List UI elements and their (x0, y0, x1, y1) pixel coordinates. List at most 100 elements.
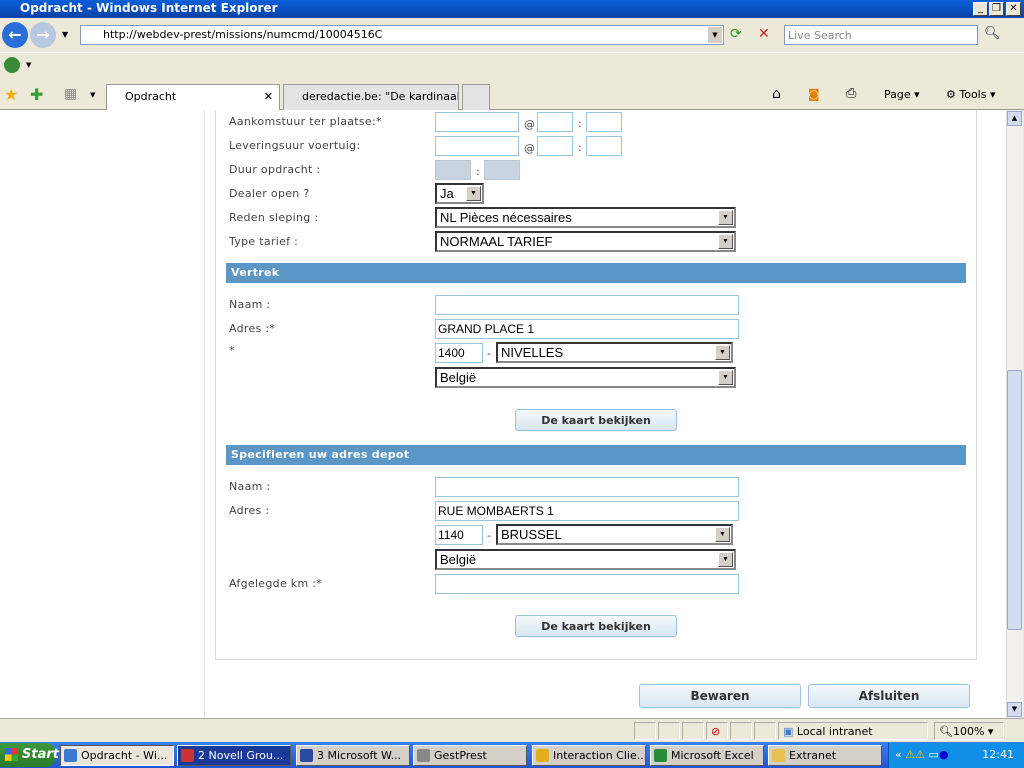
departure-postcode-input[interactable]: 1400 (435, 343, 483, 363)
chevron-down-icon: ▼ (718, 552, 733, 567)
task-label: Extranet (789, 749, 837, 762)
task-extranet[interactable]: Extranet (768, 745, 882, 766)
arrival-date-input[interactable] (435, 112, 519, 132)
task-excel[interactable]: Microsoft Excel (650, 745, 764, 766)
restore-button[interactable]: ❐ (989, 2, 1004, 16)
task-novell[interactable]: 2 Novell Grou... (177, 745, 291, 766)
favorites-star-icon[interactable]: ★ (4, 85, 18, 104)
duration-minutes-input (484, 160, 520, 180)
network-icon[interactable]: ▭ (928, 748, 938, 761)
delivery-minute-input[interactable] (586, 136, 622, 156)
departure-country-select[interactable]: België ▼ (435, 367, 736, 388)
depot-postcode-input[interactable]: 1140 (435, 525, 483, 545)
feeds-icon[interactable]: ◙ (808, 87, 820, 101)
departure-map-button[interactable]: De kaart bekijken (515, 409, 677, 431)
back-button[interactable]: ← (2, 22, 28, 48)
task-gestprest[interactable]: GestPrest (413, 745, 527, 766)
scroll-down-button[interactable]: ▼ (1007, 702, 1022, 717)
arrival-label: Aankomstuur ter plaatse:* (229, 115, 382, 128)
home-icon[interactable]: ⌂ (772, 86, 781, 102)
duration-hours-input (435, 160, 471, 180)
chevron-down-icon: ▼ (718, 370, 733, 385)
title-bar: Opdracht - Windows Internet Explorer (0, 0, 1024, 18)
chevron-down-icon: ▼ (715, 345, 730, 360)
new-tab-button[interactable] (462, 84, 490, 110)
tariff-type-select[interactable]: NORMAAL TARIEF ▼ (435, 231, 736, 252)
departure-city-select[interactable]: NIVELLES ▼ (496, 342, 733, 363)
app-icon (417, 749, 430, 762)
task-interaction-client[interactable]: Interaction Clie... (532, 745, 646, 766)
forward-button[interactable]: → (30, 22, 56, 48)
task-label: GestPrest (434, 749, 487, 762)
minimize-button[interactable]: _ (973, 2, 988, 16)
page-menu[interactable]: Page ▾ (884, 88, 920, 101)
dealer-open-select[interactable]: Ja ▼ (435, 183, 484, 204)
select-value: Ja (440, 186, 454, 201)
refresh-icon[interactable]: ⟳ (730, 26, 742, 42)
departure-address-input[interactable]: GRAND PLACE 1 (435, 319, 739, 339)
status-pane (634, 722, 656, 740)
scroll-up-button[interactable]: ▲ (1007, 111, 1022, 126)
address-dropdown[interactable]: ▼ (708, 27, 722, 43)
tab-deredactie[interactable]: deredactie.be: "De kardinaal... (283, 84, 459, 110)
depot-address-input[interactable]: RUE MOMBAERTS 1 (435, 501, 739, 521)
intranet-icon: ▣ (783, 725, 794, 738)
web-slice-icon[interactable] (4, 57, 20, 73)
start-label: Start (22, 747, 59, 762)
system-tray: « ⚠⚠ ▭● 12:41 (888, 743, 1024, 768)
print-icon[interactable]: ⎙ (846, 86, 856, 101)
quick-tabs-icon[interactable]: ▦ (64, 86, 77, 102)
privacy-icon[interactable]: ⊘ (706, 722, 728, 740)
zoom-control[interactable]: 🔍︎100% ▾ (934, 722, 1004, 740)
depot-map-button[interactable]: De kaart bekijken (515, 615, 677, 637)
save-button[interactable]: Bewaren (639, 684, 801, 708)
start-button[interactable]: Start (0, 743, 59, 767)
tow-reason-select[interactable]: NL Pièces nécessaires ▼ (435, 207, 736, 228)
select-value: België (440, 370, 477, 385)
km-input[interactable] (435, 574, 739, 594)
task-label: Microsoft Excel (671, 749, 754, 762)
expand-tray-icon[interactable]: « (895, 748, 902, 761)
depot-country-select[interactable]: België ▼ (435, 549, 736, 570)
scrollbar-thumb[interactable] (1007, 370, 1022, 630)
arrival-minute-input[interactable] (586, 112, 622, 132)
clock: 12:41 (982, 748, 1014, 761)
history-dropdown-icon[interactable]: ▼ (62, 30, 68, 39)
warning-icon[interactable]: ⚠ (905, 748, 915, 761)
arrival-hour-input[interactable] (537, 112, 573, 132)
search-placeholder: Live Search (788, 29, 852, 42)
task-label: Interaction Clie... (553, 749, 646, 762)
delivery-date-input[interactable] (435, 136, 519, 156)
dash: - (487, 529, 491, 542)
address-bar[interactable]: http://webdev-prest/missions/numcmd/1000… (80, 25, 724, 45)
close-tab-icon[interactable]: ✕ (264, 90, 273, 103)
dropdown-icon[interactable]: ▼ (26, 61, 31, 69)
tools-menu[interactable]: ⚙ Tools ▾ (946, 88, 996, 101)
left-column (0, 110, 205, 718)
add-favorites-icon[interactable]: ✚ (30, 85, 43, 104)
close-window-button[interactable]: ✕ (1006, 2, 1021, 16)
depot-city-select[interactable]: BRUSSEL ▼ (496, 524, 733, 545)
stop-icon[interactable]: ✕ (758, 26, 770, 42)
departure-name-input[interactable] (435, 295, 739, 315)
delivery-hour-input[interactable] (537, 136, 573, 156)
select-value: NORMAAL TARIEF (440, 234, 553, 249)
task-word[interactable]: 3 Microsoft W... (296, 745, 410, 766)
security-zone: ▣ Local intranet (778, 722, 928, 740)
search-icon[interactable]: 🔍︎ (984, 26, 1001, 41)
novell-icon (181, 749, 194, 762)
search-input[interactable]: Live Search (784, 25, 978, 45)
section-header-vertrek: Vertrek (226, 263, 966, 283)
ie-icon (64, 749, 77, 762)
close-button[interactable]: Afsluiten (808, 684, 970, 708)
warning-icon[interactable]: ⚠ (915, 748, 925, 761)
depot-name-input[interactable] (435, 477, 739, 497)
tab-list-dropdown[interactable]: ▼ (90, 91, 95, 99)
select-value: BRUSSEL (501, 527, 562, 542)
audio-icon[interactable]: ● (939, 748, 949, 761)
tab-opdracht[interactable]: Opdracht ✕ (106, 84, 280, 110)
task-opdracht[interactable]: Opdracht - Wi... (60, 745, 174, 766)
status-pane (658, 722, 680, 740)
duration-label: Duur opdracht : (229, 163, 321, 176)
window-title: Opdracht - Windows Internet Explorer (20, 1, 278, 15)
